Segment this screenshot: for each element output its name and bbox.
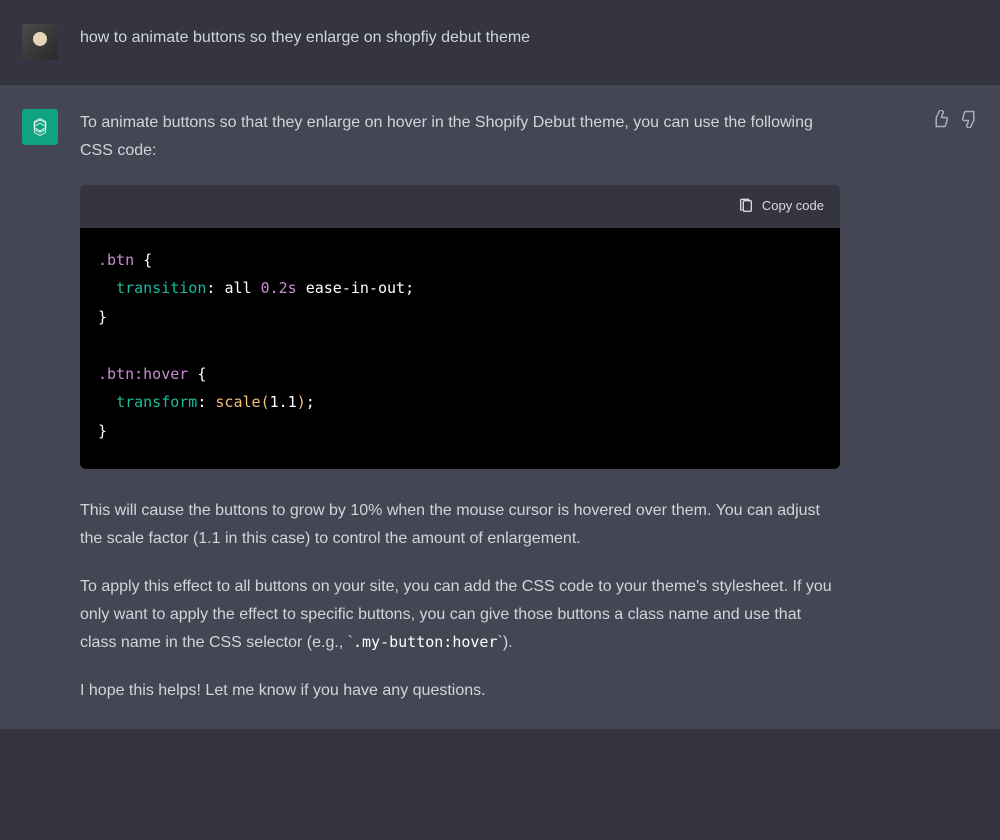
- thumbs-down-icon: [961, 110, 979, 128]
- inline-code: .my-button:hover: [353, 633, 498, 651]
- feedback-controls: [930, 109, 980, 129]
- code-block-header: Copy code: [80, 185, 840, 228]
- code-semicolon: ;: [306, 393, 315, 411]
- code-line: .btn {: [98, 246, 822, 275]
- code-number: 0.2s: [261, 279, 297, 297]
- code-paren: (: [261, 393, 270, 411]
- code-colon: :: [197, 393, 206, 411]
- clipboard-icon: [738, 198, 754, 214]
- code-selector: .btn: [98, 251, 134, 269]
- copy-code-button[interactable]: Copy code: [738, 195, 824, 218]
- user-message-text: how to animate buttons so they enlarge o…: [80, 29, 530, 46]
- assistant-paragraph: To apply this effect to all buttons on y…: [80, 573, 840, 657]
- code-line: }: [98, 303, 822, 332]
- user-message-content: how to animate buttons so they enlarge o…: [80, 24, 900, 60]
- code-blank-line: [98, 331, 822, 360]
- code-line: transform: scale(1.1);: [98, 388, 822, 417]
- assistant-intro-text: To animate buttons so that they enlarge …: [80, 109, 840, 165]
- user-avatar: [22, 24, 58, 60]
- code-arg: 1.1: [270, 393, 297, 411]
- code-brace: {: [197, 365, 206, 383]
- code-line: .btn:hover {: [98, 360, 822, 389]
- code-value: ease-in-out: [306, 279, 405, 297]
- avatar-face: [22, 24, 58, 60]
- avatar-head-shape: [33, 32, 47, 46]
- code-body[interactable]: .btn { transition: all 0.2s ease-in-out;…: [80, 228, 840, 470]
- para-text: `).: [498, 634, 513, 651]
- code-brace: }: [98, 308, 107, 326]
- code-line: }: [98, 417, 822, 446]
- assistant-message-content: To animate buttons so that they enlarge …: [80, 109, 900, 705]
- thumbs-up-icon: [931, 110, 949, 128]
- code-function: scale: [215, 393, 260, 411]
- user-message-row: how to animate buttons so they enlarge o…: [0, 0, 1000, 85]
- code-colon: :: [206, 279, 215, 297]
- code-brace: }: [98, 422, 107, 440]
- openai-logo-icon: [28, 115, 52, 139]
- code-value: all: [224, 279, 251, 297]
- code-property: transition: [116, 279, 206, 297]
- code-line: transition: all 0.2s ease-in-out;: [98, 274, 822, 303]
- copy-code-label: Copy code: [762, 195, 824, 218]
- assistant-paragraph: I hope this helps! Let me know if you ha…: [80, 677, 840, 705]
- code-semicolon: ;: [405, 279, 414, 297]
- assistant-paragraph: This will cause the buttons to grow by 1…: [80, 497, 840, 553]
- thumbs-up-button[interactable]: [930, 109, 950, 129]
- assistant-message-row: To animate buttons so that they enlarge …: [0, 85, 1000, 729]
- code-selector: .btn:hover: [98, 365, 188, 383]
- code-property: transform: [116, 393, 197, 411]
- thumbs-down-button[interactable]: [960, 109, 980, 129]
- assistant-avatar: [22, 109, 58, 145]
- code-block: Copy code .btn { transition: all 0.2s ea…: [80, 185, 840, 469]
- code-brace: {: [143, 251, 152, 269]
- code-paren: ): [297, 393, 306, 411]
